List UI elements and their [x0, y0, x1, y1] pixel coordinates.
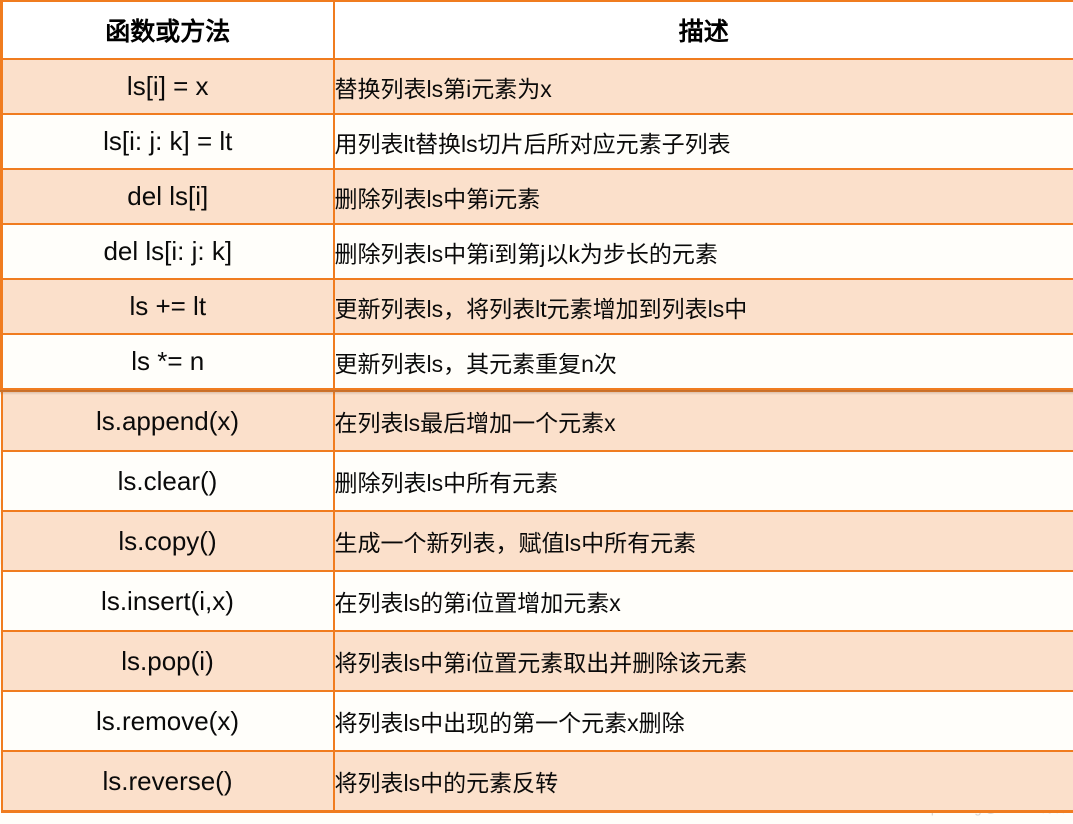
table-row: ls.insert(i,x) 在列表ls的第i位置增加元素x	[0, 570, 1073, 632]
table-row: ls.reverse() 将列表ls中的元素反转	[0, 750, 1073, 813]
cell-description: 删除列表ls中第i元素	[332, 168, 1073, 225]
cell-description: 替换列表ls第i元素为x	[332, 58, 1073, 115]
table-header-row: 函数或方法 描述	[0, 0, 1073, 60]
cell-description: 更新列表ls，其元素重复n次	[332, 333, 1073, 392]
cell-function: ls[i: j: k] = lt	[0, 113, 335, 170]
cell-function: ls += lt	[0, 278, 335, 335]
table-row: ls += lt 更新列表ls，将列表lt元素增加到列表ls中	[0, 278, 1073, 335]
column-header-function: 函数或方法	[0, 0, 335, 60]
table-row: ls.clear() 删除列表ls中所有元素	[0, 450, 1073, 512]
table-row: del ls[i] 删除列表ls中第i元素	[0, 168, 1073, 225]
cell-function: ls.pop(i)	[0, 630, 335, 692]
cell-function: ls[i] = x	[0, 58, 335, 115]
table-body-operators: ls[i] = x 替换列表ls第i元素为x ls[i: j: k] = lt …	[0, 58, 1073, 392]
table-row: ls.copy() 生成一个新列表，赋值ls中所有元素	[0, 510, 1073, 572]
column-header-description: 描述	[332, 0, 1073, 60]
cell-function: ls.copy()	[0, 510, 335, 572]
cell-description: 删除列表ls中第i到第j以k为步长的元素	[332, 223, 1073, 280]
cell-function: ls.clear()	[0, 450, 335, 512]
cell-description: 将列表ls中第i位置元素取出并删除该元素	[332, 630, 1073, 692]
table-row: ls.append(x) 在列表ls最后增加一个元素x	[0, 389, 1073, 452]
cell-description: 将列表ls中出现的第一个元素x删除	[332, 690, 1073, 752]
cell-description: 生成一个新列表，赋值ls中所有元素	[332, 510, 1073, 572]
table-row: ls.remove(x) 将列表ls中出现的第一个元素x删除	[0, 690, 1073, 752]
cell-function: ls.append(x)	[0, 389, 335, 452]
table-row: ls *= n 更新列表ls，其元素重复n次	[0, 333, 1073, 392]
cell-function: del ls[i]	[0, 168, 335, 225]
cell-function: ls *= n	[0, 333, 335, 392]
table-row: del ls[i: j: k] 删除列表ls中第i到第j以k为步长的元素	[0, 223, 1073, 280]
table-row: ls.pop(i) 将列表ls中第i位置元素取出并删除该元素	[0, 630, 1073, 692]
list-methods-table-container: 函数或方法 描述 ls[i] = x 替换列表ls第i元素为x ls[i: j:…	[0, 0, 1073, 813]
table-page: 嵩天 4.0 嵩天 CSDN CSDN Python 函数或方法 描述 ls[i…	[0, 0, 1073, 824]
cell-description: 用列表lt替换ls切片后所对应元素子列表	[332, 113, 1073, 170]
cell-description: 删除列表ls中所有元素	[332, 450, 1073, 512]
cell-description: 在列表ls的第i位置增加元素x	[332, 570, 1073, 632]
cell-description: 更新列表ls，将列表lt元素增加到列表ls中	[332, 278, 1073, 335]
cell-function: ls.insert(i,x)	[0, 570, 335, 632]
table-row: ls[i: j: k] = lt 用列表lt替换ls切片后所对应元素子列表	[0, 113, 1073, 170]
cell-function: del ls[i: j: k]	[0, 223, 335, 280]
cell-description: 在列表ls最后增加一个元素x	[332, 389, 1073, 452]
cell-function: ls.reverse()	[0, 750, 335, 813]
table-row: ls[i] = x 替换列表ls第i元素为x	[0, 58, 1073, 115]
cell-function: ls.remove(x)	[0, 690, 335, 752]
list-methods-table: 函数或方法 描述 ls[i] = x 替换列表ls第i元素为x ls[i: j:…	[0, 0, 1073, 813]
cell-description: 将列表ls中的元素反转	[332, 750, 1073, 813]
table-body-methods: ls.append(x) 在列表ls最后增加一个元素x ls.clear() 删…	[0, 389, 1073, 813]
table-header: 函数或方法 描述	[0, 0, 1073, 60]
